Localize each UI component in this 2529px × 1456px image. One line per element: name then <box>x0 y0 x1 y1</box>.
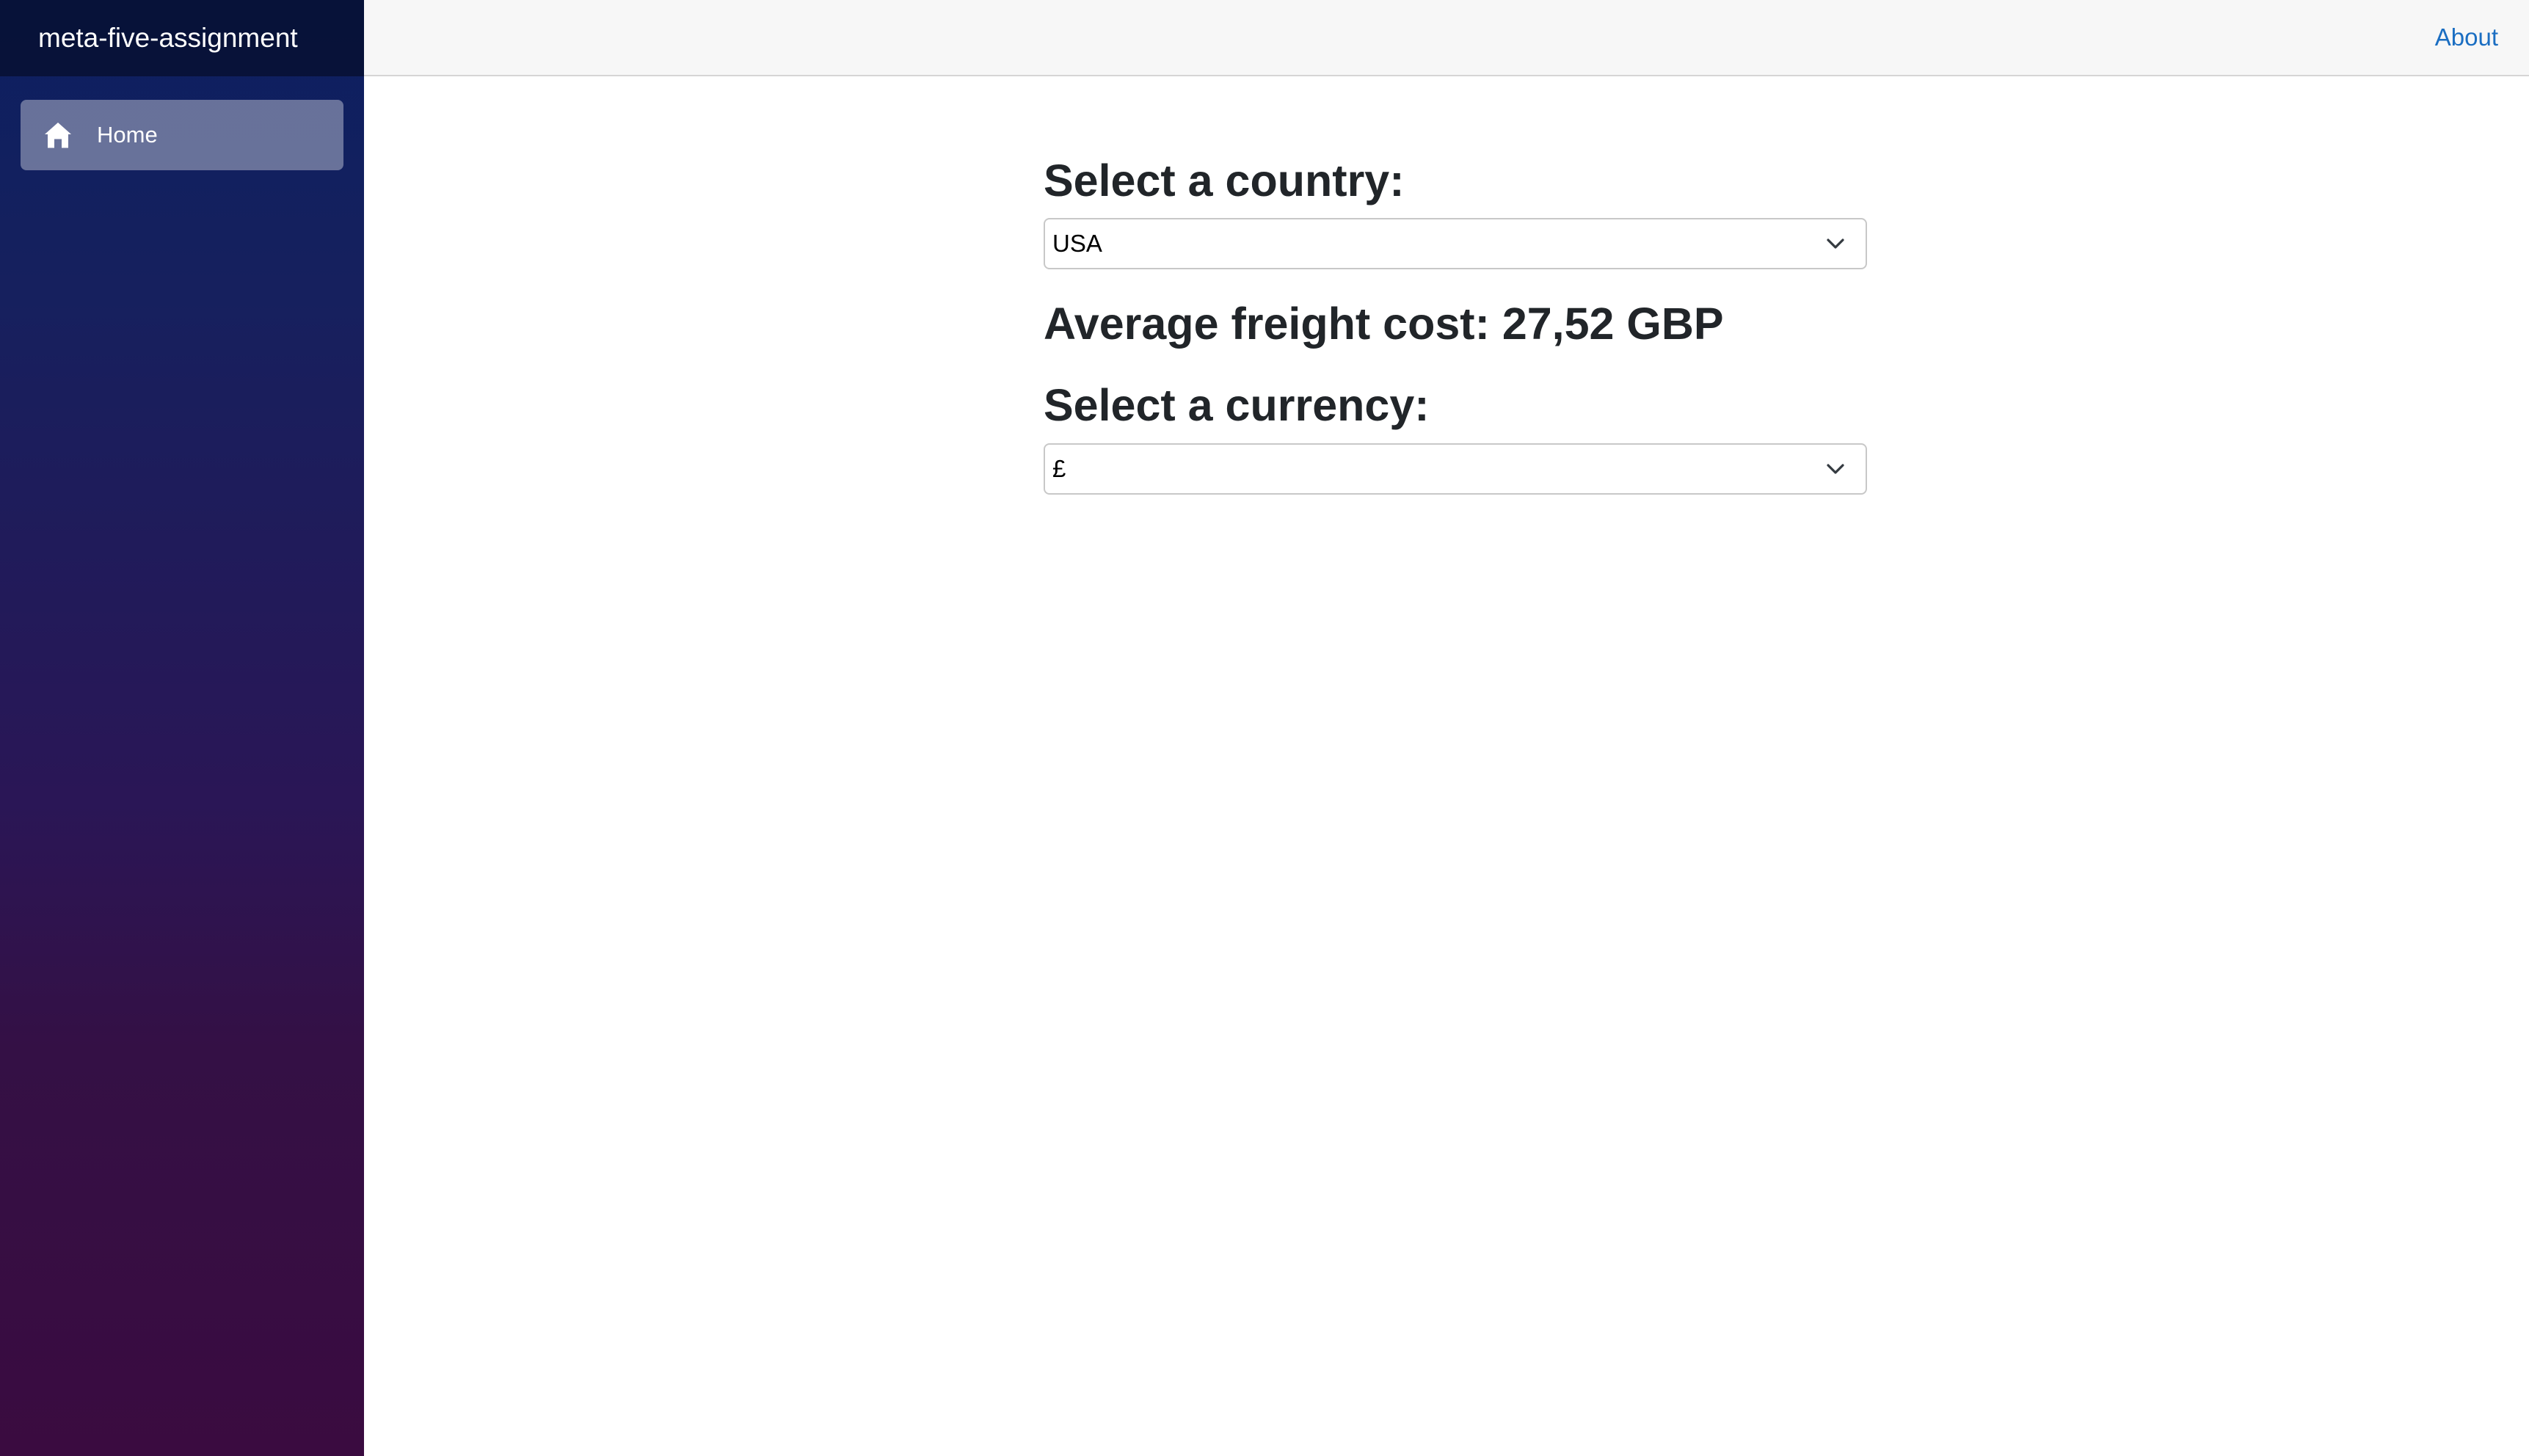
chevron-down-icon <box>1826 459 1845 478</box>
home-icon <box>43 120 73 150</box>
country-select-value: USA <box>1052 230 1102 258</box>
sidebar: meta-five-assignment Home <box>0 0 364 1456</box>
sidebar-item-home[interactable]: Home <box>21 100 343 170</box>
sidebar-nav: Home <box>0 76 364 170</box>
chevron-down-icon <box>1826 234 1845 253</box>
main-area: About Select a country: USA Average frei… <box>364 0 2529 1456</box>
sidebar-header: meta-five-assignment <box>0 0 364 76</box>
freight-cost-text: Average freight cost: 27,52 GBP <box>1044 299 1724 349</box>
country-heading: Select a country: <box>1044 156 1405 205</box>
sidebar-item-label: Home <box>97 122 158 148</box>
content-area: Select a country: USA Average freight co… <box>1044 154 1868 495</box>
currency-heading: Select a currency: <box>1044 380 1430 431</box>
about-link[interactable]: About <box>2435 23 2498 51</box>
currency-select-value: £ <box>1052 454 1066 482</box>
country-select[interactable]: USA <box>1044 218 1867 270</box>
brand-title[interactable]: meta-five-assignment <box>38 23 298 54</box>
currency-select[interactable]: £ <box>1044 443 1867 495</box>
app-window: meta-five-assignment Home About Select a… <box>0 0 2529 1456</box>
top-bar: About <box>364 0 2529 76</box>
